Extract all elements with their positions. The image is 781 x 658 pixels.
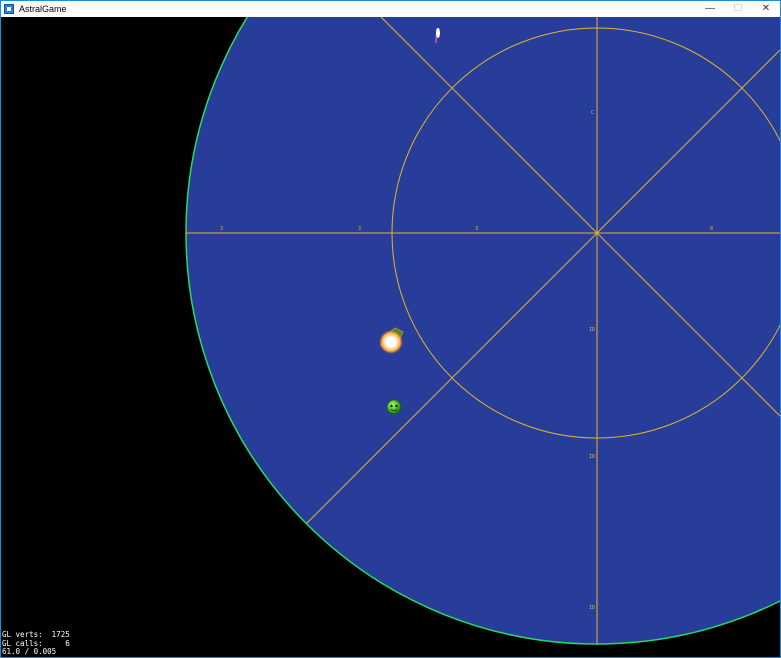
game-canvas[interactable]: 3 3 3 8 C ID ID ID <box>1 17 780 657</box>
title-bar[interactable]: AstralGame — ☐ ✕ <box>1 1 780 17</box>
debug-overlay: GL verts: 1725 GL calls: 6 61.0 / 0.005 <box>2 630 70 657</box>
grid-label-east: 8 <box>710 226 713 232</box>
maximize-button[interactable]: ☐ <box>724 1 752 17</box>
grid-label-west-near: 3 <box>475 226 478 232</box>
grid-label-south-near: ID <box>589 327 595 333</box>
grid-label-north: C <box>591 110 594 116</box>
grid-label-south-mid: ID <box>589 454 595 460</box>
window-controls: — ☐ ✕ <box>696 1 780 17</box>
planet-surface <box>185 17 780 645</box>
close-button[interactable]: ✕ <box>752 1 780 17</box>
fps-readout: 61.0 / 0.005 <box>2 647 57 656</box>
grid-label-south-far: ID <box>589 605 595 611</box>
grid-label-west-far: 3 <box>220 226 223 232</box>
gl-calls-value: 6 <box>65 638 70 648</box>
green-blob-enemy[interactable] <box>386 399 402 415</box>
game-viewport[interactable]: 3 3 3 8 C ID ID ID GL verts: 1725 GL cal… <box>1 17 780 657</box>
minimize-button[interactable]: — <box>696 1 724 17</box>
app-icon <box>4 4 14 14</box>
window-title: AstralGame <box>19 4 67 14</box>
grid-label-west-mid: 3 <box>358 226 361 232</box>
game-window: AstralGame — ☐ ✕ 3 3 3 8 C ID ID ID GL v… <box>0 0 781 658</box>
